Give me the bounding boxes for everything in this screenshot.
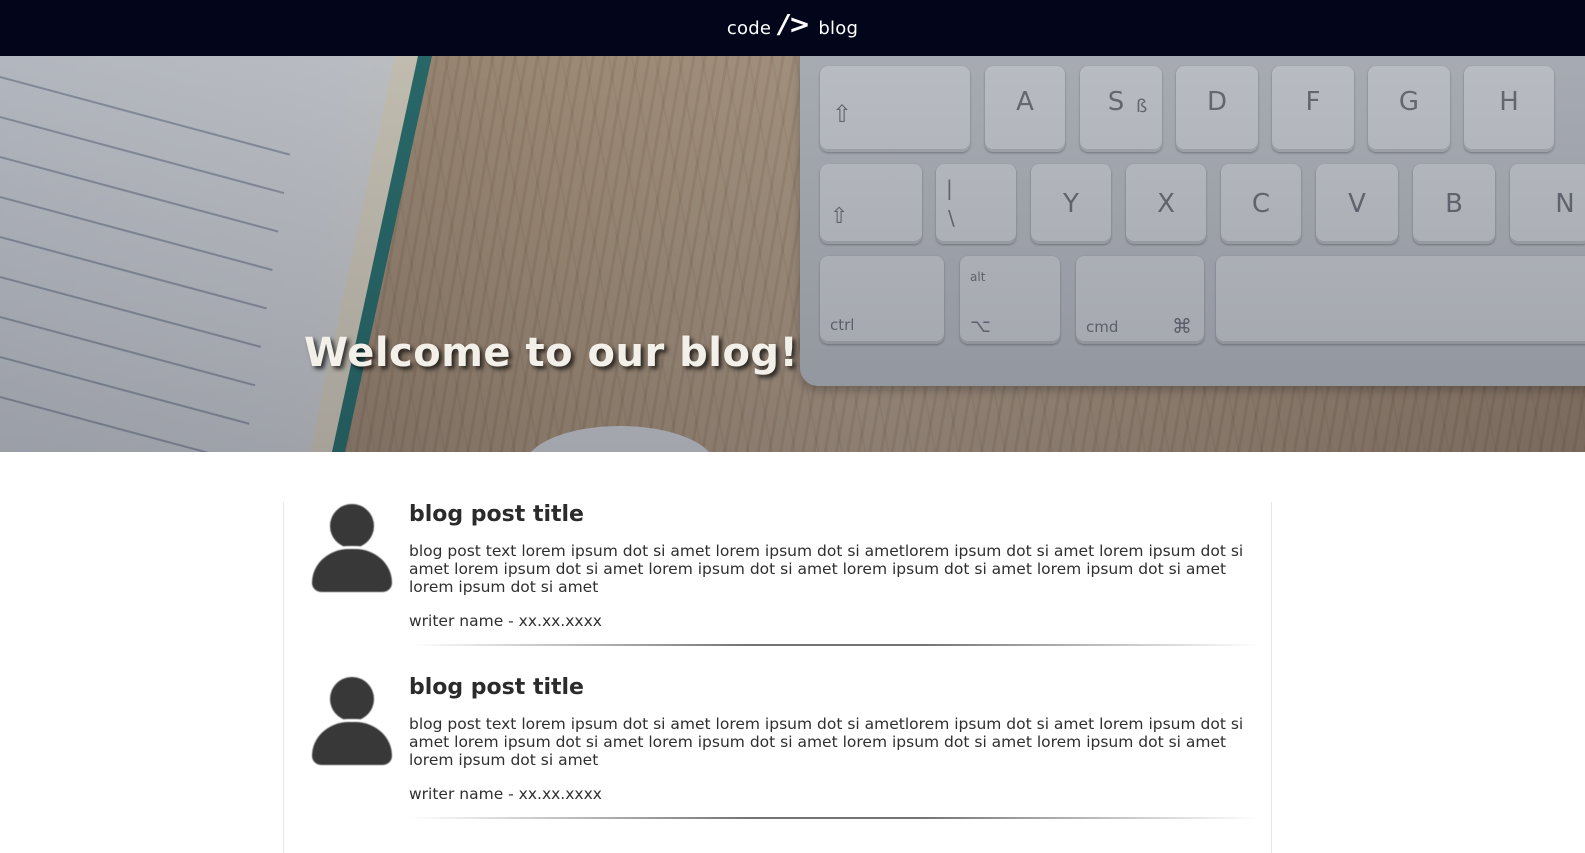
blog-post[interactable]: blog post title blog post text lorem ips… — [284, 675, 1273, 825]
hero-banner: ⇧ A S ß D F G H ⇧ | \ Y X C V B N ctrl a… — [0, 56, 1585, 452]
post-divider — [409, 817, 1259, 819]
user-avatar-icon — [312, 675, 392, 767]
avatar-head — [330, 677, 374, 721]
code-tag-icon: /> — [779, 10, 811, 40]
post-author-date: writer name - xx.xx.xxxx — [409, 785, 602, 803]
brand-logo-link[interactable]: code /> blog — [726, 10, 859, 40]
avatar-body — [312, 546, 392, 592]
hero-title: Welcome to our blog! — [304, 330, 799, 376]
post-divider — [409, 644, 1259, 646]
post-excerpt: blog post text lorem ipsum dot si amet l… — [409, 715, 1244, 769]
post-title-link[interactable]: blog post title — [409, 502, 584, 527]
brand-word-blog: blog — [818, 17, 859, 39]
post-title-link[interactable]: blog post title — [409, 675, 584, 700]
avatar-body — [312, 719, 392, 765]
blog-post-list: blog post title blog post text lorem ips… — [283, 502, 1272, 853]
brand-word-code: code — [726, 17, 772, 39]
post-author-date: writer name - xx.xx.xxxx — [409, 612, 602, 630]
user-avatar-icon — [312, 502, 392, 594]
avatar-head — [330, 504, 374, 548]
blog-post[interactable]: blog post title blog post text lorem ips… — [284, 502, 1273, 652]
post-excerpt: blog post text lorem ipsum dot si amet l… — [409, 542, 1244, 596]
top-navbar: code /> blog — [0, 0, 1585, 56]
hero-overlay — [0, 56, 1585, 452]
